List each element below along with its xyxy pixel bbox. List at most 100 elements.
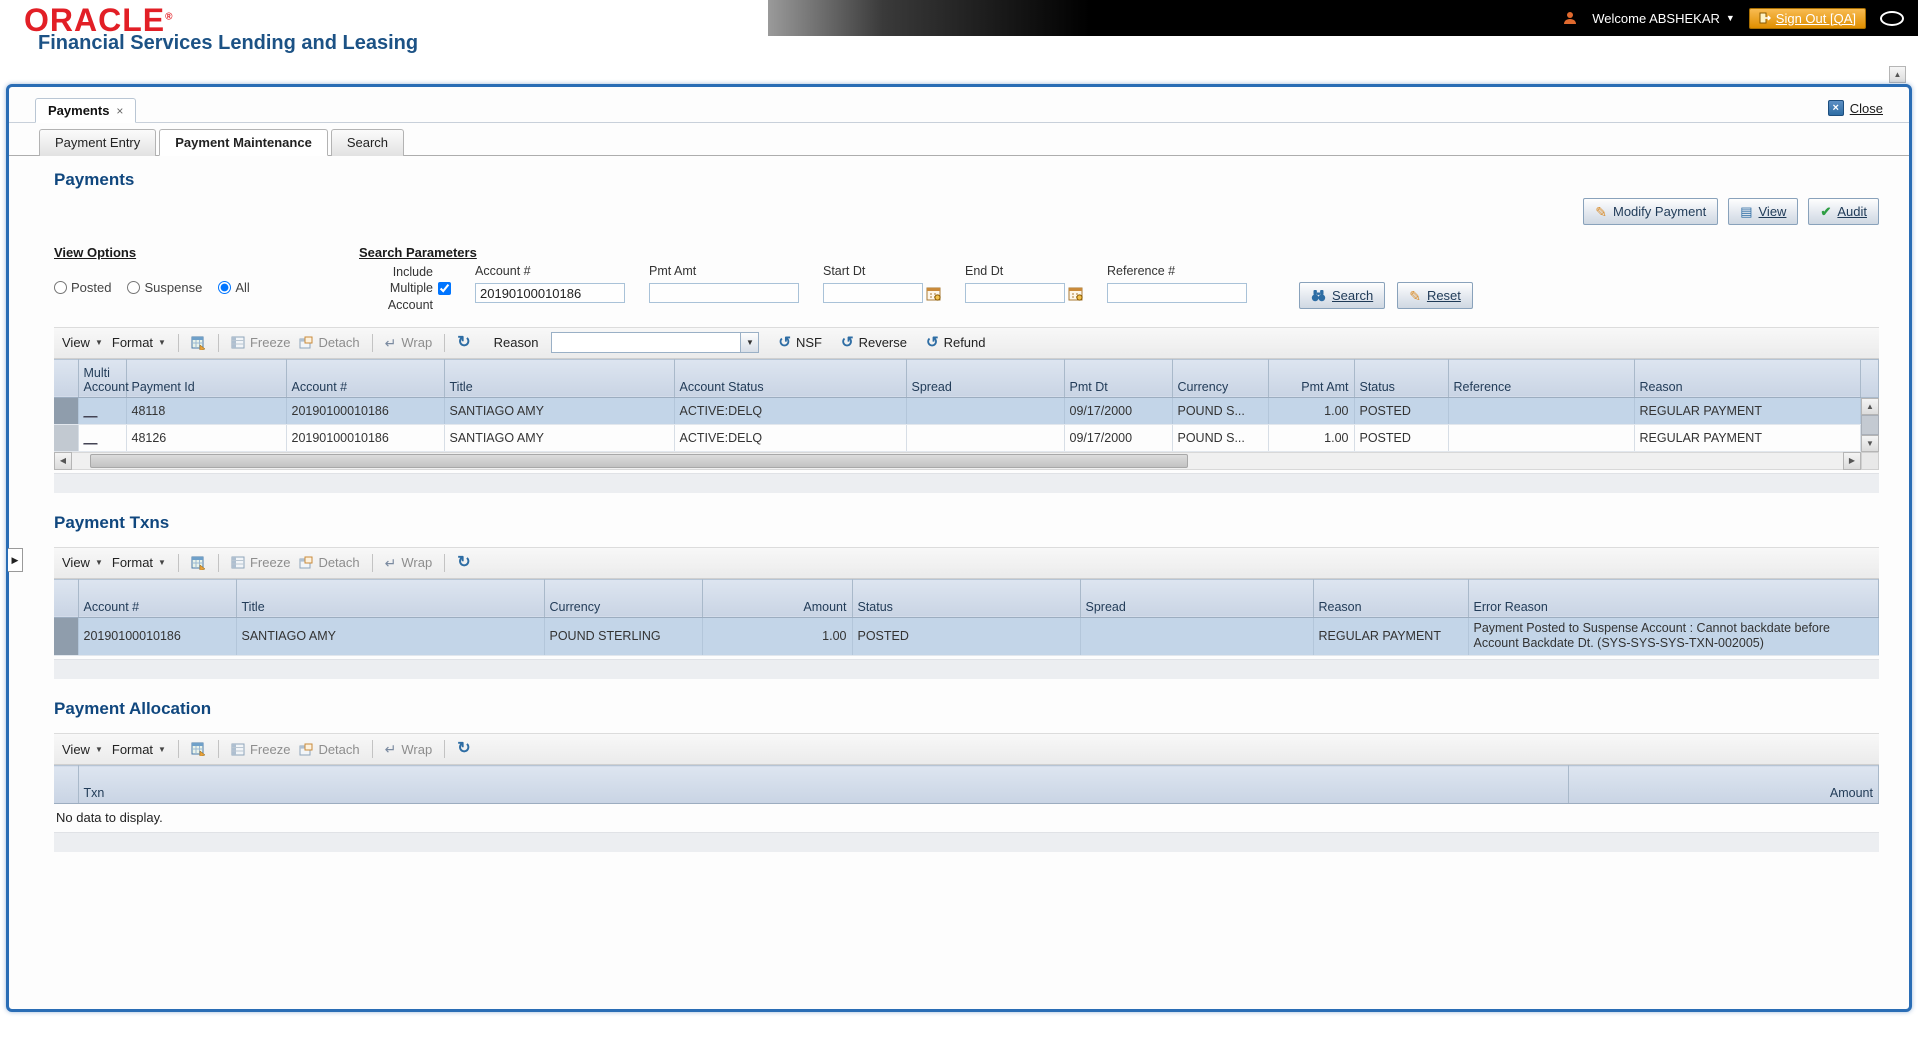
col-account[interactable]: Account # — [78, 579, 236, 617]
end-dt-input[interactable] — [965, 283, 1065, 303]
calendar-icon[interactable] — [1068, 286, 1083, 301]
detach-button[interactable]: Detach — [299, 555, 359, 570]
calendar-icon[interactable] — [926, 286, 941, 301]
col-status[interactable]: Status — [1354, 359, 1448, 397]
radio-all-input[interactable] — [218, 281, 231, 294]
account-label: Account # — [475, 264, 625, 278]
detach-button[interactable]: Detach — [299, 742, 359, 757]
radio-posted[interactable]: Posted — [54, 280, 111, 295]
col-error-reason[interactable]: Error Reason — [1468, 579, 1879, 617]
scroll-up-icon[interactable]: ▲ — [1861, 398, 1879, 415]
tab-search[interactable]: Search — [331, 129, 404, 156]
nsf-button[interactable]: ↺ NSF — [778, 335, 822, 350]
scroll-right-icon[interactable]: ▶ — [1843, 452, 1861, 470]
tab-payment-entry[interactable]: Payment Entry — [39, 129, 156, 156]
reference-field-group: Reference # — [1107, 264, 1247, 303]
close-button[interactable]: × Close — [1828, 100, 1883, 116]
radio-all[interactable]: All — [218, 280, 249, 295]
search-parameters-row: Include Multiple Account Account # Pmt A… — [359, 264, 1879, 313]
toolbar-view-menu[interactable]: View▼ — [62, 555, 103, 570]
reverse-button[interactable]: ↺ Reverse — [841, 335, 907, 350]
radio-suspense-input[interactable] — [127, 281, 140, 294]
radio-posted-input[interactable] — [54, 281, 67, 294]
col-spread[interactable]: Spread — [1080, 579, 1313, 617]
account-input[interactable] — [475, 283, 625, 303]
hscrollbar-thumb[interactable] — [90, 454, 1188, 468]
refresh-button[interactable]: ↻ — [457, 741, 470, 757]
toolbar-format-menu[interactable]: Format▼ — [112, 555, 166, 570]
reference-input[interactable] — [1107, 283, 1247, 303]
export-icon[interactable] — [191, 742, 206, 756]
panel-collapse-handle[interactable]: ▶ — [8, 548, 23, 572]
chevron-down-icon[interactable]: ▼ — [741, 332, 759, 353]
scroll-left-icon[interactable]: ◀ — [54, 452, 72, 470]
export-icon[interactable] — [191, 556, 206, 570]
refresh-button[interactable]: ↻ — [457, 335, 470, 351]
include-multiple-account-checkbox[interactable] — [438, 264, 451, 313]
toolbar-format-label: Format — [112, 335, 153, 350]
col-title[interactable]: Title — [444, 359, 674, 397]
reason-dropdown-value[interactable] — [551, 332, 741, 353]
reason-dropdown[interactable]: ▼ — [551, 332, 759, 353]
pmt-amt-input[interactable] — [649, 283, 799, 303]
col-title[interactable]: Title — [236, 579, 544, 617]
toolbar-view-menu[interactable]: View▼ — [62, 742, 103, 757]
payment-txns-row[interactable]: 20190100010186 SANTIAGO AMY POUND STERLI… — [54, 617, 1879, 655]
col-account-status[interactable]: Account Status — [674, 359, 906, 397]
payments-table-row[interactable]: __ 48126 20190100010186 SANTIAGO AMY ACT… — [54, 424, 1861, 451]
col-reference[interactable]: Reference — [1448, 359, 1634, 397]
col-reason[interactable]: Reason — [1634, 359, 1861, 397]
search-button[interactable]: Search — [1299, 282, 1385, 309]
toolbar-format-menu[interactable]: Format▼ — [112, 742, 166, 757]
payments-table-row[interactable]: __ 48118 20190100010186 SANTIAGO AMY ACT… — [54, 397, 1861, 424]
reset-button[interactable]: ✎ Reset — [1397, 282, 1473, 309]
row-selector[interactable] — [54, 617, 78, 655]
col-multi-account[interactable]: Multi Account — [78, 359, 126, 397]
tab-close-icon[interactable]: × — [116, 104, 123, 118]
freeze-button[interactable]: Freeze — [231, 742, 290, 757]
col-payment-id[interactable]: Payment Id — [126, 359, 286, 397]
wrap-label: Wrap — [401, 335, 432, 350]
toolbar-view-menu[interactable]: View▼ — [62, 335, 103, 350]
wrap-button[interactable]: ↵ Wrap — [385, 742, 433, 757]
row-selector[interactable] — [54, 424, 78, 451]
col-reason[interactable]: Reason — [1313, 579, 1468, 617]
payments-table-vscrollbar[interactable]: ▲ ▼ — [1861, 359, 1879, 452]
radio-suspense[interactable]: Suspense — [127, 280, 202, 295]
col-amount[interactable]: Amount — [702, 579, 852, 617]
detach-button[interactable]: Detach — [299, 335, 359, 350]
tab-payments[interactable]: Payments × — [35, 98, 136, 123]
col-pmt-dt[interactable]: Pmt Dt — [1064, 359, 1172, 397]
col-currency[interactable]: Currency — [1172, 359, 1268, 397]
tab-payment-maintenance[interactable]: Payment Maintenance — [159, 129, 328, 156]
col-status[interactable]: Status — [852, 579, 1080, 617]
refund-button[interactable]: ↺ Refund — [926, 335, 986, 350]
col-spread[interactable]: Spread — [906, 359, 1064, 397]
hscrollbar-track[interactable] — [72, 452, 1843, 470]
modify-payment-button[interactable]: ✎ Modify Payment — [1583, 198, 1718, 225]
toolbar-format-menu[interactable]: Format▼ — [112, 335, 166, 350]
start-dt-input[interactable] — [823, 283, 923, 303]
col-currency[interactable]: Currency — [544, 579, 702, 617]
wrap-button[interactable]: ↵ Wrap — [385, 555, 433, 570]
payments-table: Multi Account Payment Id Account # Title… — [54, 359, 1861, 452]
vscrollbar-thumb[interactable] — [1861, 415, 1879, 435]
scroll-down-icon[interactable]: ▼ — [1861, 435, 1879, 452]
col-pmt-amt[interactable]: Pmt Amt — [1268, 359, 1354, 397]
col-txn[interactable]: Txn — [78, 766, 1569, 804]
export-icon[interactable] — [191, 336, 206, 350]
refresh-button[interactable]: ↻ — [457, 555, 470, 571]
col-account[interactable]: Account # — [286, 359, 444, 397]
wrap-button[interactable]: ↵ Wrap — [385, 335, 433, 350]
user-icon — [1562, 10, 1578, 26]
audit-button[interactable]: ✔ Audit — [1808, 198, 1879, 225]
payments-table-hscrollbar[interactable]: ◀ ▶ — [54, 452, 1879, 470]
freeze-button[interactable]: Freeze — [231, 335, 290, 350]
freeze-button[interactable]: Freeze — [231, 555, 290, 570]
col-amount[interactable]: Amount — [1569, 766, 1879, 804]
view-button[interactable]: ▤ View — [1728, 198, 1798, 225]
welcome-menu[interactable]: Welcome ABSHEKAR ▼ — [1592, 11, 1735, 26]
signout-button[interactable]: Sign Out [QA] — [1749, 8, 1866, 29]
page-scroll-up-button[interactable]: ▲ — [1889, 66, 1906, 83]
row-selector[interactable] — [54, 397, 78, 424]
